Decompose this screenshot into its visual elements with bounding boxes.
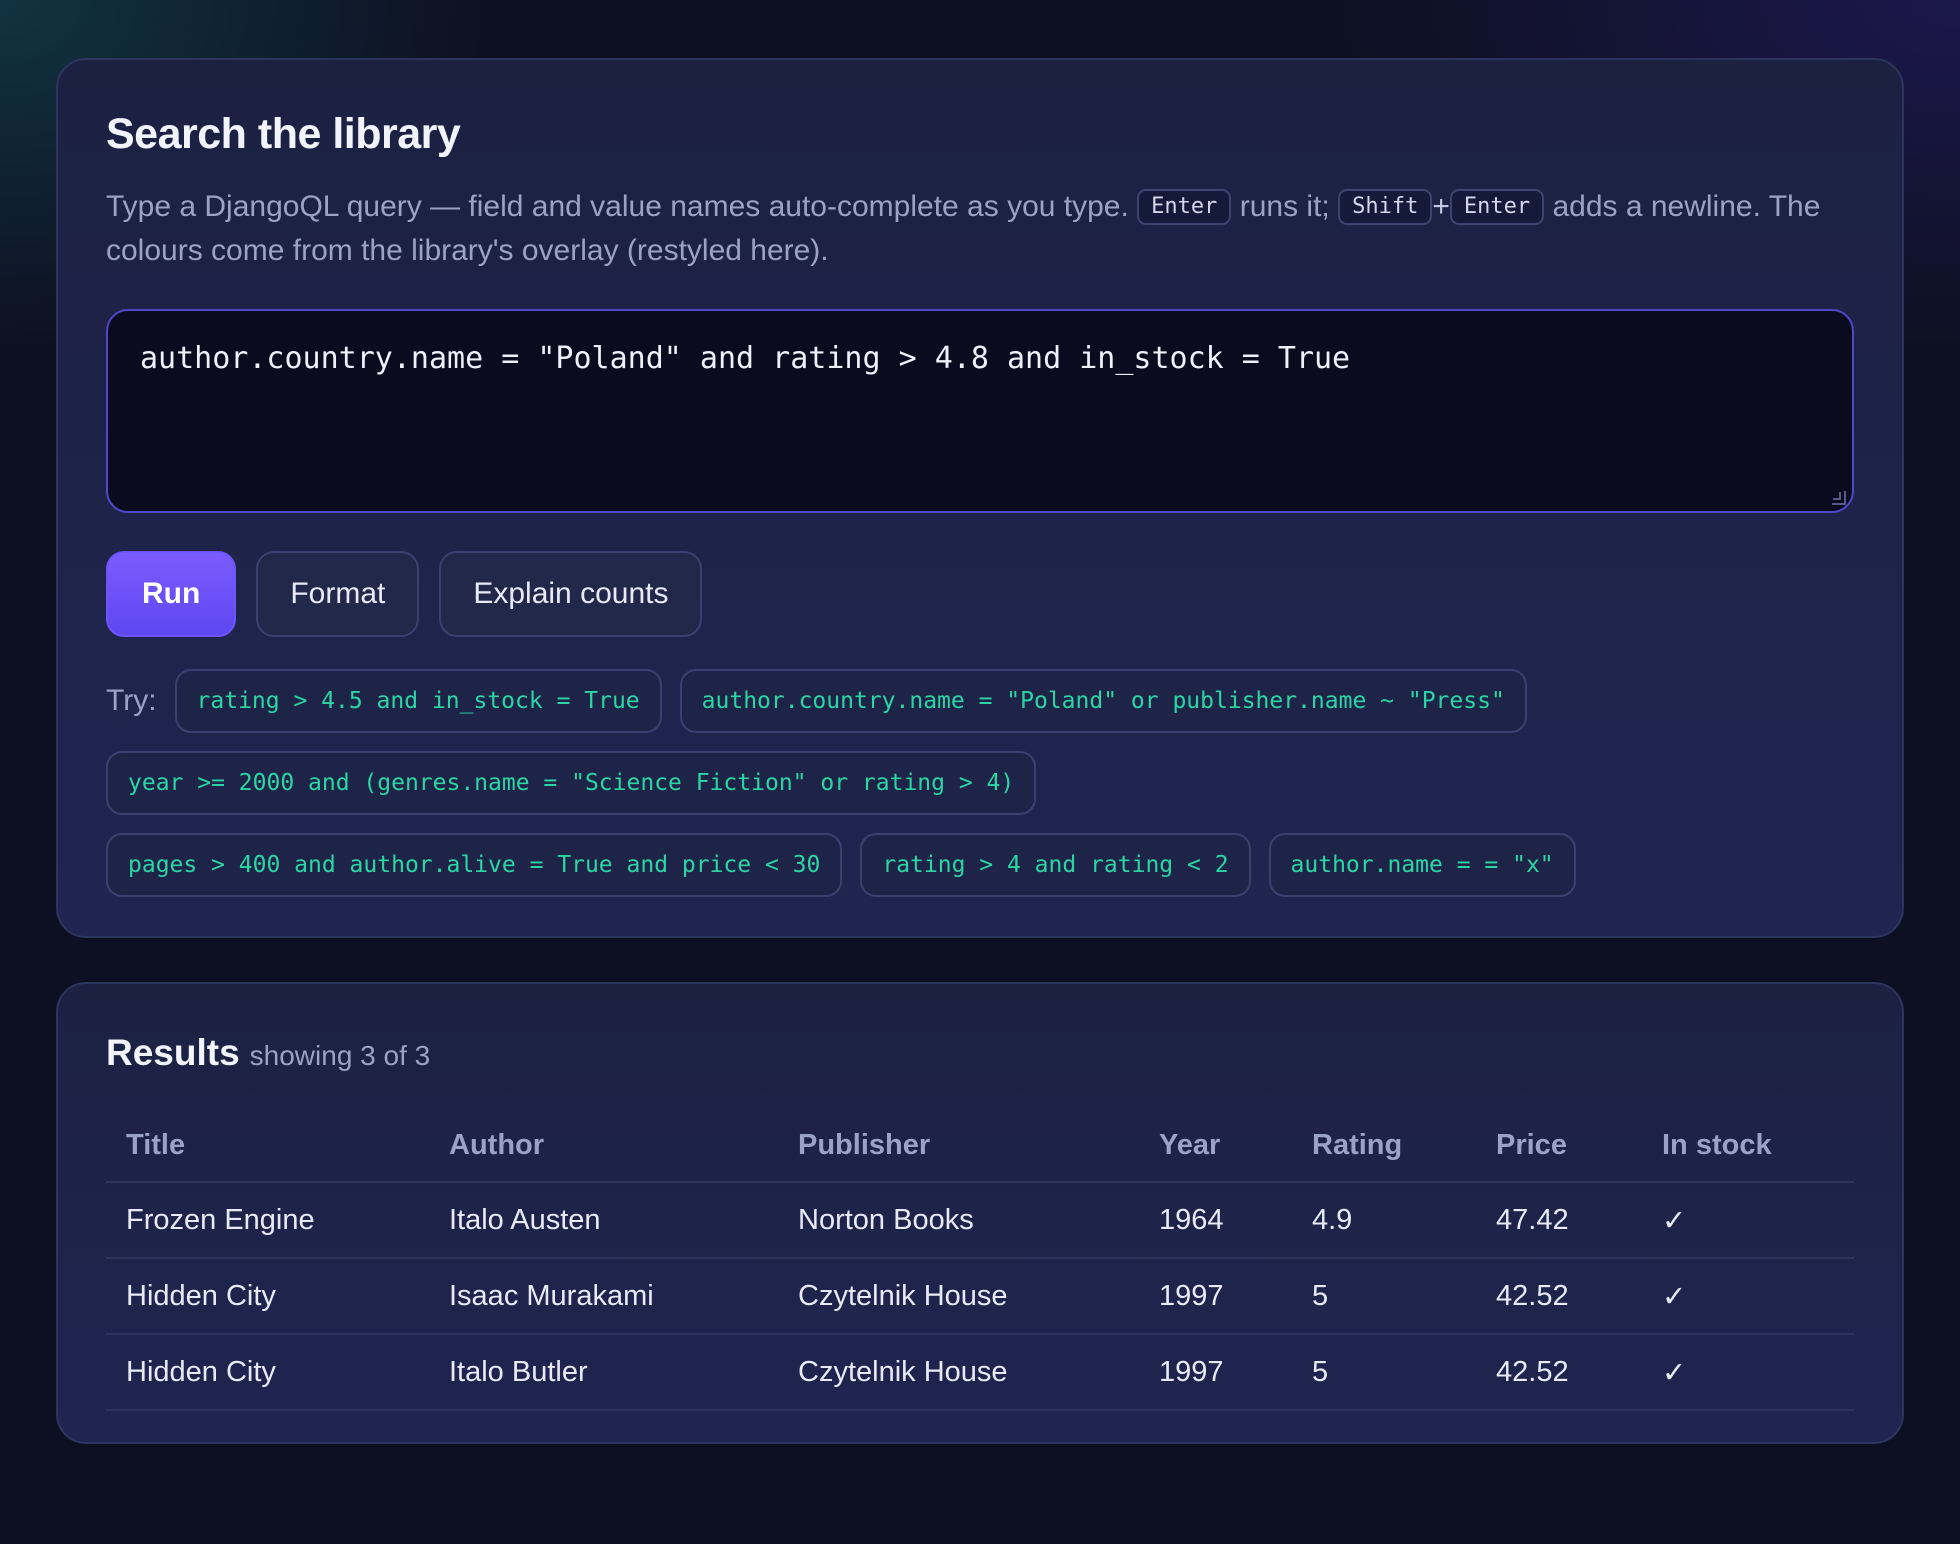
explain-counts-button[interactable]: Explain counts — [439, 551, 703, 637]
example-query-chip[interactable]: rating > 4 and rating < 2 — [860, 833, 1251, 897]
example-query-chip[interactable]: author.country.name = "Poland" or publis… — [679, 669, 1527, 733]
kbd-plus: + — [1432, 190, 1450, 223]
example-query-chip[interactable]: pages > 400 and author.alive = True and … — [106, 833, 843, 897]
example-query-chip[interactable]: rating > 4.5 and in_stock = True — [174, 669, 662, 733]
cell-publisher: Czytelnik House — [778, 1258, 1139, 1335]
kbd-shift: Shift — [1338, 189, 1433, 225]
resize-handle-icon[interactable] — [1832, 491, 1846, 505]
table-row[interactable]: Frozen Engine Italo Austen Norton Books … — [106, 1182, 1854, 1259]
cell-publisher: Norton Books — [778, 1182, 1139, 1259]
cell-publisher: Czytelnik House — [778, 1334, 1139, 1411]
search-panel: Search the library Type a DjangoQL query… — [56, 58, 1904, 938]
cell-year: 1964 — [1139, 1182, 1292, 1259]
table-row[interactable]: Hidden City Isaac Murakami Czytelnik Hou… — [106, 1258, 1854, 1335]
column-header-rating[interactable]: Rating — [1292, 1110, 1476, 1183]
table-row[interactable]: Hidden City Italo Butler Czytelnik House… — [106, 1334, 1854, 1411]
column-header-year[interactable]: Year — [1139, 1110, 1292, 1183]
cell-title: Hidden City — [106, 1258, 429, 1335]
column-header-in-stock[interactable]: In stock — [1642, 1110, 1854, 1183]
cell-price: 47.42 — [1476, 1182, 1642, 1259]
description-text: Type a DjangoQL query — field and value … — [106, 190, 1129, 223]
example-query-chip[interactable]: author.name = = "x" — [1268, 833, 1576, 897]
in-stock-check-icon: ✓ — [1642, 1258, 1854, 1335]
column-header-author[interactable]: Author — [429, 1110, 778, 1183]
results-table: Title Author Publisher Year Rating Price… — [106, 1110, 1854, 1411]
run-button[interactable]: Run — [106, 551, 237, 637]
example-row: Try: rating > 4.5 and in_stock = True au… — [106, 669, 1854, 733]
query-text: author.country.name = "Poland" and ratin… — [140, 341, 1351, 376]
action-bar: Run Format Explain counts — [106, 551, 1854, 637]
cell-year: 1997 — [1139, 1258, 1292, 1335]
cell-year: 1997 — [1139, 1334, 1292, 1411]
cell-rating: 5 — [1292, 1334, 1476, 1411]
in-stock-check-icon: ✓ — [1642, 1182, 1854, 1259]
cell-price: 42.52 — [1476, 1258, 1642, 1335]
search-title: Search the library — [106, 110, 461, 158]
cell-rating: 4.9 — [1292, 1182, 1476, 1259]
example-row: pages > 400 and author.alive = True and … — [106, 833, 1854, 897]
try-label: Try: — [106, 684, 157, 717]
description-text: runs it; — [1239, 190, 1330, 223]
cell-rating: 5 — [1292, 1258, 1476, 1335]
cell-author: Isaac Murakami — [429, 1258, 778, 1335]
column-header-title[interactable]: Title — [106, 1110, 429, 1183]
table-header-row: Title Author Publisher Year Rating Price… — [106, 1110, 1854, 1183]
results-title: Results — [106, 1032, 240, 1073]
kbd-enter: Enter — [1449, 189, 1545, 225]
example-query-chip[interactable]: year >= 2000 and (genres.name = "Science… — [106, 751, 1037, 815]
format-button[interactable]: Format — [256, 551, 420, 637]
column-header-price[interactable]: Price — [1476, 1110, 1642, 1183]
kbd-enter: Enter — [1137, 189, 1232, 225]
column-header-publisher[interactable]: Publisher — [778, 1110, 1139, 1183]
cell-title: Hidden City — [106, 1334, 429, 1411]
cell-title: Frozen Engine — [106, 1182, 429, 1259]
cell-price: 42.52 — [1476, 1334, 1642, 1411]
query-editor[interactable]: author.country.name = "Poland" and ratin… — [106, 309, 1854, 513]
example-queries: Try: rating > 4.5 and in_stock = True au… — [106, 669, 1854, 897]
cell-author: Italo Austen — [429, 1182, 778, 1259]
example-row: year >= 2000 and (genres.name = "Science… — [106, 751, 1854, 815]
results-header: Results showing 3 of 3 — [106, 1032, 1854, 1074]
results-panel: Results showing 3 of 3 Title Author Publ… — [56, 982, 1904, 1444]
in-stock-check-icon: ✓ — [1642, 1334, 1854, 1411]
cell-author: Italo Butler — [429, 1334, 778, 1411]
search-description: Type a DjangoQL query — field and value … — [106, 185, 1854, 273]
results-count: showing 3 of 3 — [249, 1040, 431, 1071]
